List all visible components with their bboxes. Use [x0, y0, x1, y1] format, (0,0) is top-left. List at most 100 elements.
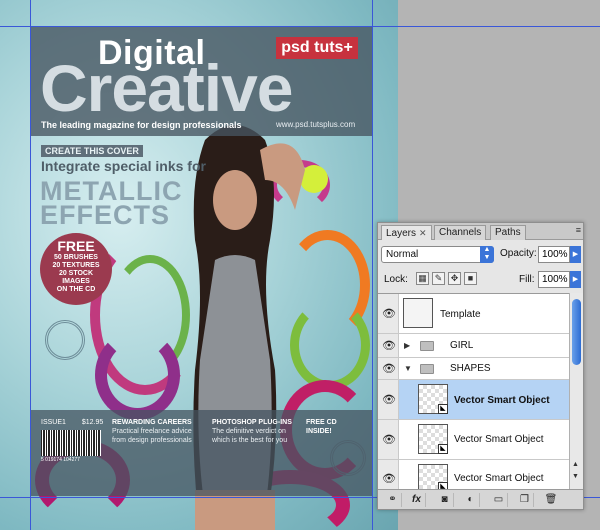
free-offer-badge: FREE 50 BRUSHES 20 TEXTURES 20 STOCK IMA…	[40, 233, 112, 305]
layer-row-vector-smart-object[interactable]: 👁 ◣ Vector Smart Object	[378, 380, 569, 420]
blend-mode-select[interactable]: Normal ▲ ▼	[381, 246, 494, 263]
fill-input[interactable]: 100%	[538, 271, 570, 288]
decorative-circle	[45, 320, 85, 360]
new-layer-icon[interactable]: ❐	[516, 493, 534, 507]
issue-number: ISSUE1	[41, 419, 66, 426]
layer-row-group-girl[interactable]: 👁 ▶ GIRL	[378, 334, 569, 358]
fx-icon[interactable]: fx	[408, 493, 426, 507]
layer-name: Vector Smart Object	[454, 473, 544, 484]
tab-channels[interactable]: Channels	[434, 225, 487, 240]
scroll-up-arrow-icon[interactable]: ▲	[572, 461, 579, 468]
document-canvas[interactable]: Digital Creative psd tuts+ The leading m…	[0, 0, 398, 530]
folder-icon	[420, 364, 434, 374]
visibility-toggle[interactable]: 👁	[378, 294, 399, 333]
bottom-feature-text: The definitive verdict on which is the b…	[212, 428, 288, 444]
bottom-feature-heading: REWARDING CAREERS	[112, 419, 192, 426]
bottom-feature: FREE CD INSIDE!	[306, 418, 356, 436]
tab-paths[interactable]: Paths	[490, 225, 526, 240]
link-layers-icon[interactable]: ⚭	[384, 493, 402, 507]
eye-icon[interactable]: 👁	[381, 393, 397, 406]
cover-site-url: www.psd.tutsplus.com	[276, 120, 356, 129]
scroll-down-arrow-icon[interactable]: ▼	[572, 473, 579, 480]
layer-name: Vector Smart Object	[454, 434, 544, 445]
bottom-feature-heading: PHOTOSHOP PLUG-INS	[212, 419, 292, 426]
layer-name: Template	[440, 309, 481, 320]
eye-icon[interactable]: 👁	[381, 433, 397, 446]
fill-slider-arrow-icon[interactable]: ▶	[570, 271, 581, 288]
disclosure-collapsed-icon[interactable]: ▶	[404, 341, 410, 350]
layer-row-template[interactable]: 👁 Template	[378, 294, 569, 334]
lock-label: Lock:	[384, 274, 408, 285]
issue-price: $12.95	[81, 419, 104, 426]
opacity-input[interactable]: 100%	[538, 246, 570, 263]
folder-icon	[420, 341, 434, 351]
cover-label: CREATE THIS COVER	[41, 145, 143, 157]
layers-panel: Layers ✕ Channels Paths ≡ Normal ▲ ▼ Opaci…	[377, 222, 584, 510]
layer-name: GIRL	[450, 340, 474, 351]
issue-info: ISSUE1 $12.95	[41, 419, 103, 426]
eye-icon[interactable]: 👁	[381, 339, 397, 352]
lock-all-icon[interactable]: ■	[464, 272, 477, 285]
layer-row-vector-smart-object[interactable]: 👁 ◣ Vector Smart Object	[378, 460, 569, 489]
smart-object-icon: ◣	[438, 444, 448, 454]
free-offer-line: IMAGES	[62, 278, 90, 285]
mask-icon[interactable]: ◙	[436, 493, 454, 507]
adjustment-icon[interactable]: ◐	[462, 493, 480, 507]
cover-title-big: Creative	[40, 51, 293, 125]
tab-label: Paths	[495, 227, 521, 238]
lock-image-pixels-icon[interactable]: ✎	[432, 272, 445, 285]
visibility-toggle[interactable]: 👁	[378, 358, 399, 379]
close-icon[interactable]: ✕	[419, 228, 427, 238]
cover-subhead: Integrate special inks for	[41, 158, 206, 174]
visibility-toggle[interactable]: 👁	[378, 380, 399, 419]
panel-menu-icon[interactable]: ≡	[576, 225, 581, 235]
select-arrows-icon[interactable]: ▲ ▼	[480, 246, 494, 263]
guide-horizontal[interactable]	[0, 26, 600, 27]
layer-name: Vector Smart Object	[454, 395, 550, 406]
free-offer-line: 50 BRUSHES	[54, 254, 98, 261]
tab-label: Channels	[439, 227, 482, 238]
disclosure-expanded-icon[interactable]: ▼	[404, 364, 412, 373]
trash-icon[interactable]: 🗑	[542, 493, 560, 507]
new-group-icon[interactable]: ▭	[490, 493, 508, 507]
fill-label: Fill:	[519, 274, 535, 285]
bottom-feature: PHOTOSHOP PLUG-INS The definitive verdic…	[212, 418, 292, 445]
layer-name: SHAPES	[450, 363, 491, 374]
bottom-feature-text: Practical freelance advice from design p…	[112, 428, 192, 444]
free-offer-line: 20 STOCK	[58, 270, 94, 277]
smart-object-icon: ◣	[438, 404, 448, 414]
tab-layers[interactable]: Layers ✕	[381, 225, 432, 240]
panel-bottom-toolbar: ⚭ fx ◙ ◐ ▭ ❐ 🗑	[378, 489, 583, 509]
free-offer-line: ON THE CD	[56, 286, 96, 293]
opacity-label: Opacity:	[500, 248, 537, 259]
eye-icon[interactable]: 👁	[381, 362, 397, 375]
guide-vertical[interactable]	[30, 0, 31, 530]
visibility-toggle[interactable]: 👁	[378, 420, 399, 459]
brand-badge: psd tuts+	[276, 37, 358, 59]
barcode-number: 5 019174 104277	[41, 457, 80, 463]
eye-icon[interactable]: 👁	[381, 307, 397, 320]
bottom-feature-heading: FREE CD	[306, 419, 337, 426]
blend-mode-value: Normal	[386, 249, 419, 260]
lock-transparent-pixels-icon[interactable]: ▦	[416, 272, 429, 285]
visibility-toggle[interactable]: 👁	[378, 334, 399, 357]
lock-position-icon[interactable]: ✥	[448, 272, 461, 285]
bottom-feature-text: INSIDE!	[306, 428, 332, 435]
layer-list: 👁 Template 👁 ▶ GIRL 👁 ▼ SHAPES 👁 ◣ Vecto…	[378, 293, 569, 489]
free-offer-line: FREE	[57, 238, 95, 254]
visibility-toggle[interactable]: 👁	[378, 460, 399, 489]
layer-row-vector-smart-object[interactable]: 👁 ◣ Vector Smart Object	[378, 420, 569, 460]
free-offer-line: 20 TEXTURES	[52, 262, 100, 269]
cover-headline-line2: EFFECTS	[40, 200, 171, 230]
panel-tab-bar: Layers ✕ Channels Paths ≡	[378, 223, 583, 240]
barcode	[41, 430, 101, 456]
cover-tagline: The leading magazine for design professi…	[41, 120, 242, 130]
tab-label: Layers	[386, 228, 417, 239]
guide-vertical[interactable]	[372, 0, 373, 530]
opacity-slider-arrow-icon[interactable]: ▶	[570, 246, 581, 263]
scroll-thumb[interactable]	[572, 299, 581, 365]
layer-list-scrollbar[interactable]: ▲ ▼	[569, 293, 583, 489]
layer-row-group-shapes[interactable]: 👁 ▼ SHAPES	[378, 358, 569, 380]
smart-object-icon: ◣	[438, 482, 448, 489]
eye-icon[interactable]: 👁	[381, 472, 397, 485]
